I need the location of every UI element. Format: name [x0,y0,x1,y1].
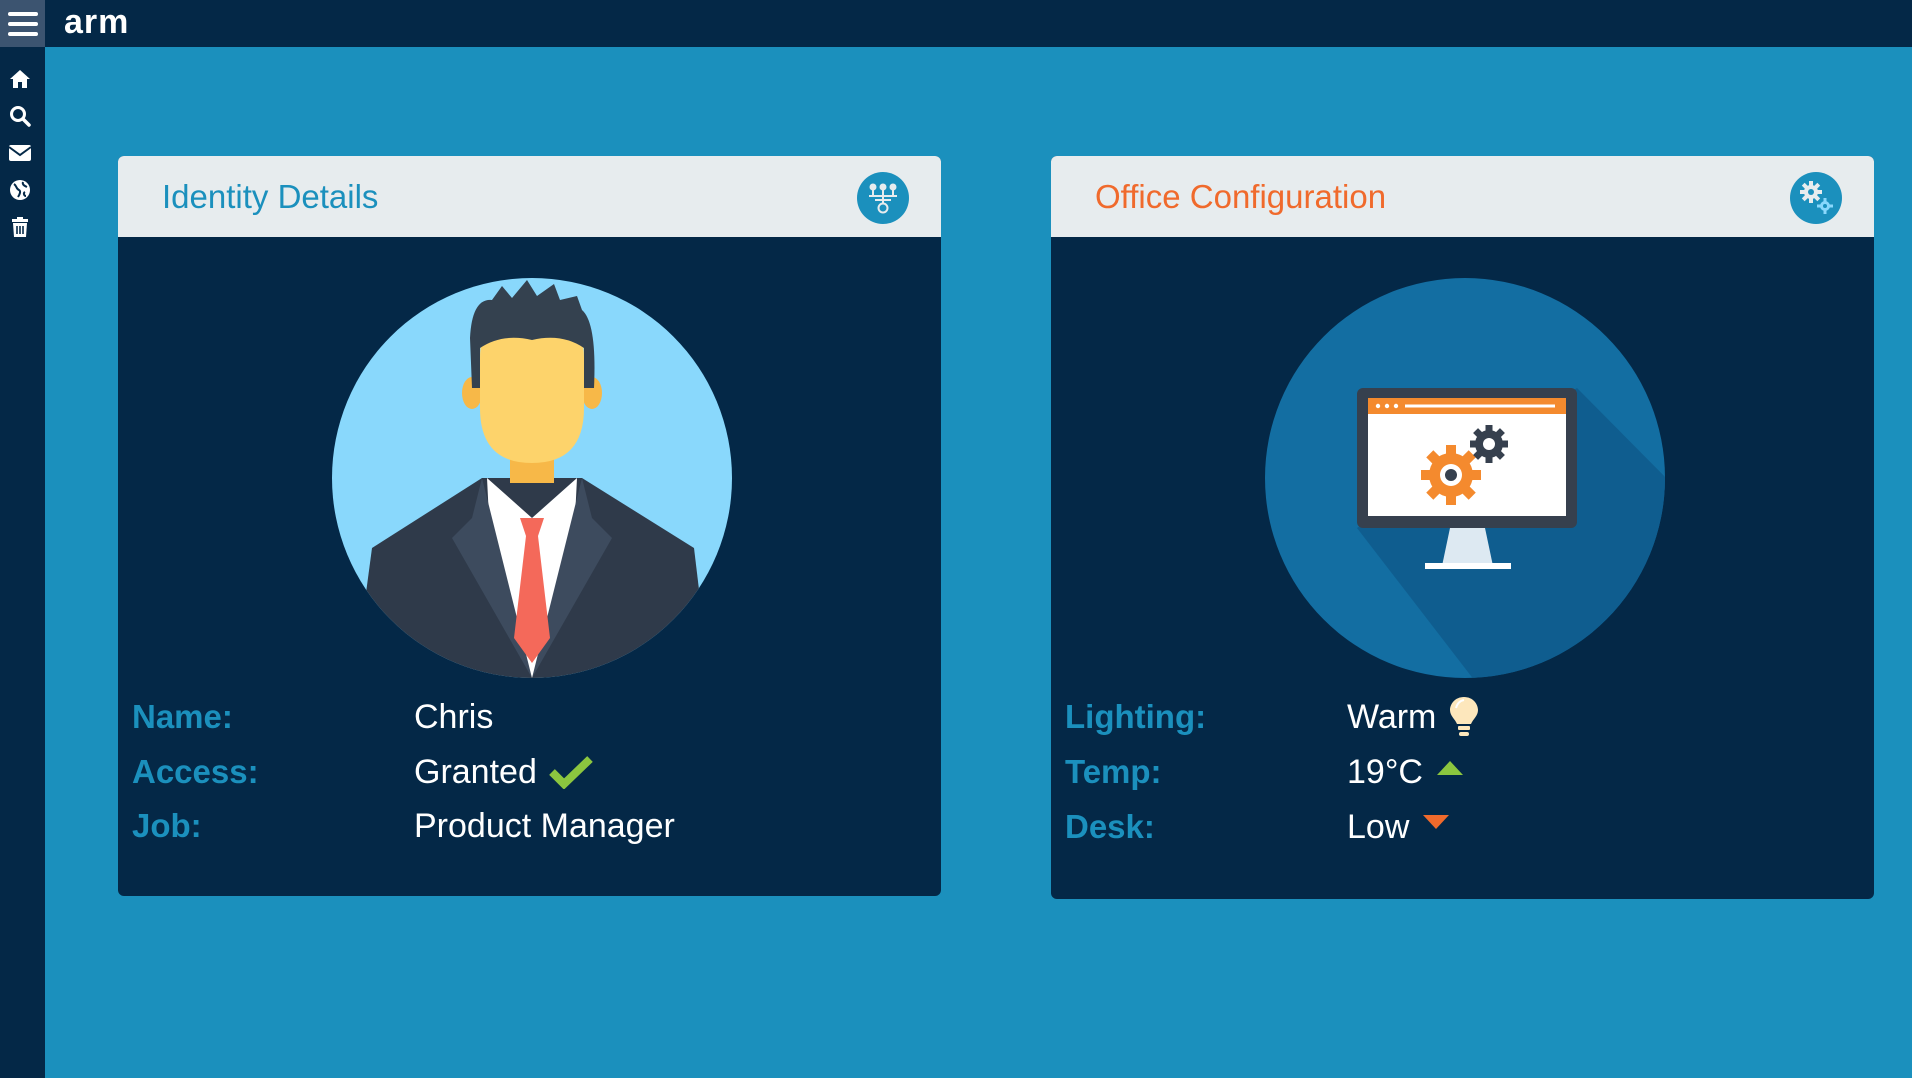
businessman-avatar [332,278,732,678]
access-label: Access: [132,753,259,790]
office-panel-title: Office Configuration [1095,178,1387,215]
hamburger-menu-button[interactable] [0,0,45,47]
desk-value: Low [1347,808,1410,846]
gears-icon[interactable] [1790,172,1842,224]
arrow-down-icon [1423,815,1450,829]
lightbulb-icon [1450,697,1479,736]
mail-icon[interactable] [8,141,32,165]
job-value: Product Manager [414,807,675,845]
name-label: Name: [132,698,233,735]
identity-panel-header: Identity Details [118,156,941,237]
identity-row-job: Job: Product Manager [132,801,912,851]
network-icon[interactable] [857,172,909,224]
menu-line [7,21,38,26]
desk-label: Desk: [1065,808,1155,845]
identity-row-access: Access: Granted [132,747,912,797]
sidebar [0,47,45,1078]
app-logo: arm [64,3,130,41]
office-panel-header: Office Configuration [1051,156,1874,237]
lighting-value-wrap: Warm [1347,692,1480,742]
desk-value-wrap: Low [1347,802,1451,852]
trash-icon[interactable] [8,215,32,239]
home-icon[interactable] [8,67,32,91]
search-icon[interactable] [8,104,32,128]
globe-icon[interactable] [8,178,32,202]
menu-line [7,31,38,36]
access-value: Granted [414,753,537,791]
arrow-up-icon [1436,761,1463,775]
identity-row-name: Name: Chris [132,692,912,742]
monitor-settings-illustration [1265,278,1665,678]
identity-details-panel: Identity Details Name: Chris Access: Gra… [118,156,941,896]
menu-line [7,11,38,16]
top-bar: arm [0,0,1912,47]
office-row-desk: Desk: Low [1065,802,1845,852]
check-icon [549,756,593,789]
identity-panel-title: Identity Details [162,178,379,215]
job-label: Job: [132,807,202,844]
temp-value: 19°C [1347,753,1423,791]
name-value-wrap: Chris [414,692,493,742]
office-row-temp: Temp: 19°C [1065,747,1845,797]
lighting-label: Lighting: [1065,698,1207,735]
access-value-wrap: Granted [414,747,593,797]
job-value-wrap: Product Manager [414,801,675,851]
office-configuration-panel: Office Configuration Lighting: Warm Temp… [1051,156,1874,899]
office-row-lighting: Lighting: Warm [1065,692,1845,742]
temp-value-wrap: 19°C [1347,747,1465,797]
lighting-value: Warm [1347,698,1437,736]
name-value: Chris [414,698,494,736]
temp-label: Temp: [1065,753,1162,790]
